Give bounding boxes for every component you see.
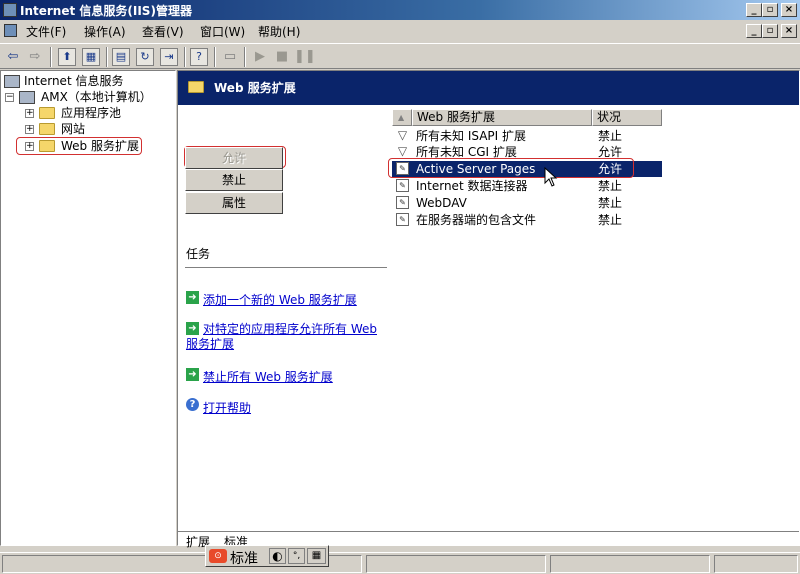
- collapse-icon[interactable]: −: [5, 93, 14, 102]
- properties-button[interactable]: 属性: [185, 192, 283, 214]
- tasks-heading: 任务: [186, 247, 211, 261]
- stop-icon[interactable]: ■: [272, 47, 292, 67]
- allow-all-for-app-link[interactable]: 对特定的应用程序允许所有 Web 服务扩展: [186, 322, 386, 352]
- list-item[interactable]: ▽ 所有未知 ISAPI 扩展 禁止: [392, 128, 662, 144]
- ime-mode-label[interactable]: 标准: [230, 548, 258, 568]
- folder-icon: [39, 123, 55, 135]
- export-list-icon[interactable]: ⇥: [160, 48, 178, 66]
- sort-indicator-icon[interactable]: ▲: [392, 109, 412, 126]
- mouse-pointer-icon: [544, 167, 558, 187]
- help-circle-icon: ?: [186, 398, 199, 411]
- computer-icon[interactable]: ▭: [220, 47, 240, 67]
- title-bar[interactable]: Internet 信息服务(IIS)管理器 _ ▫ ×: [0, 0, 800, 20]
- expand-icon[interactable]: +: [25, 142, 34, 151]
- show-tree-icon[interactable]: ▦: [82, 48, 100, 66]
- close-button[interactable]: ×: [781, 3, 797, 17]
- child-close-button[interactable]: ×: [781, 24, 797, 38]
- menu-file[interactable]: 文件(F): [26, 23, 66, 40]
- menu-bar: 文件(F) 操作(A) 查看(V) 窗口(W) 帮助(H) _ ▫ ×: [0, 20, 800, 42]
- list-item[interactable]: ✎ Internet 数据连接器 禁止: [392, 178, 662, 194]
- prohibit-button[interactable]: 禁止: [185, 169, 283, 191]
- pane-header: Web 服务扩展: [178, 71, 799, 105]
- tasks-divider: [185, 267, 387, 268]
- filter-icon: ▽: [397, 144, 408, 158]
- details-pane: Web 服务扩展 允许 禁止 属性 任务 ➜ 添加一个新的 Web 服务扩展 ➜…: [177, 70, 800, 549]
- add-extension-link[interactable]: 添加一个新的 Web 服务扩展: [203, 291, 357, 308]
- document-icon[interactable]: [4, 24, 17, 37]
- ime-toolbar[interactable]: ⊙ 标准 ◐ °, ▦: [205, 545, 329, 567]
- iis-app-icon[interactable]: [3, 3, 17, 17]
- column-header-extension[interactable]: Web 服务扩展: [412, 109, 592, 126]
- ime-logo-icon[interactable]: ⊙: [209, 549, 227, 563]
- open-help-link[interactable]: 打开帮助: [203, 399, 251, 416]
- prohibit-all-link[interactable]: 禁止所有 Web 服务扩展: [203, 368, 333, 385]
- back-arrow-icon[interactable]: ⇦: [3, 47, 23, 67]
- status-panel: [550, 555, 710, 573]
- extension-doc-icon: ✎: [396, 213, 409, 226]
- status-panel: [714, 555, 798, 573]
- forward-arrow-icon[interactable]: ⇨: [25, 47, 45, 67]
- list-item[interactable]: ✎ 在服务器端的包含文件 禁止: [392, 212, 662, 228]
- expand-icon[interactable]: +: [25, 109, 34, 118]
- computer-icon: [19, 91, 35, 104]
- iis-root-icon: [4, 75, 20, 88]
- folder-icon: [39, 107, 55, 119]
- column-header-status[interactable]: 状况: [592, 109, 662, 126]
- green-arrow-icon: ➜: [186, 368, 199, 381]
- expand-icon[interactable]: +: [25, 125, 34, 134]
- child-minimize-button[interactable]: _: [746, 24, 762, 38]
- window-title: Internet 信息服务(IIS)管理器: [20, 4, 192, 18]
- refresh-icon[interactable]: ↻: [136, 48, 154, 66]
- folder-icon: [39, 140, 55, 152]
- extension-doc-icon: ✎: [396, 196, 409, 209]
- menu-action[interactable]: 操作(A): [84, 23, 126, 40]
- properties-icon[interactable]: ▤: [112, 48, 130, 66]
- list-item[interactable]: ✎ WebDAV 禁止: [392, 195, 662, 211]
- child-maximize-button[interactable]: ▫: [762, 24, 778, 38]
- minimize-button[interactable]: _: [746, 3, 762, 17]
- up-folder-icon[interactable]: ⬆: [58, 48, 76, 66]
- ime-punctuation-icon[interactable]: °,: [288, 548, 305, 564]
- status-bar: [0, 552, 800, 574]
- maximize-button[interactable]: ▫: [762, 3, 778, 17]
- pause-icon[interactable]: ❚❚: [294, 47, 316, 67]
- menu-help[interactable]: 帮助(H): [258, 23, 300, 40]
- menu-view[interactable]: 查看(V): [142, 23, 184, 40]
- folder-icon: [188, 81, 204, 93]
- pane-title: Web 服务扩展: [214, 81, 296, 95]
- help-icon[interactable]: ?: [190, 48, 208, 66]
- toolbar: ⇦ ⇨ ⬆ ▦ ▤ ↻ ⇥ ? ▭ ▶ ■ ❚❚: [0, 43, 800, 69]
- highlight-ring: [388, 158, 634, 178]
- console-tree[interactable]: Internet 信息服务 − AMX（本地计算机） + 应用程序池 + 网站 …: [0, 70, 176, 546]
- green-arrow-icon: ➜: [186, 291, 199, 304]
- ime-fullwidth-icon[interactable]: ◐: [269, 548, 286, 564]
- play-icon[interactable]: ▶: [250, 47, 270, 67]
- extension-doc-icon: ✎: [396, 179, 409, 192]
- allow-button[interactable]: 允许: [185, 147, 283, 169]
- status-panel: [366, 555, 546, 573]
- menu-window[interactable]: 窗口(W): [200, 23, 245, 40]
- filter-icon: ▽: [397, 128, 408, 142]
- ime-keyboard-icon[interactable]: ▦: [307, 548, 326, 564]
